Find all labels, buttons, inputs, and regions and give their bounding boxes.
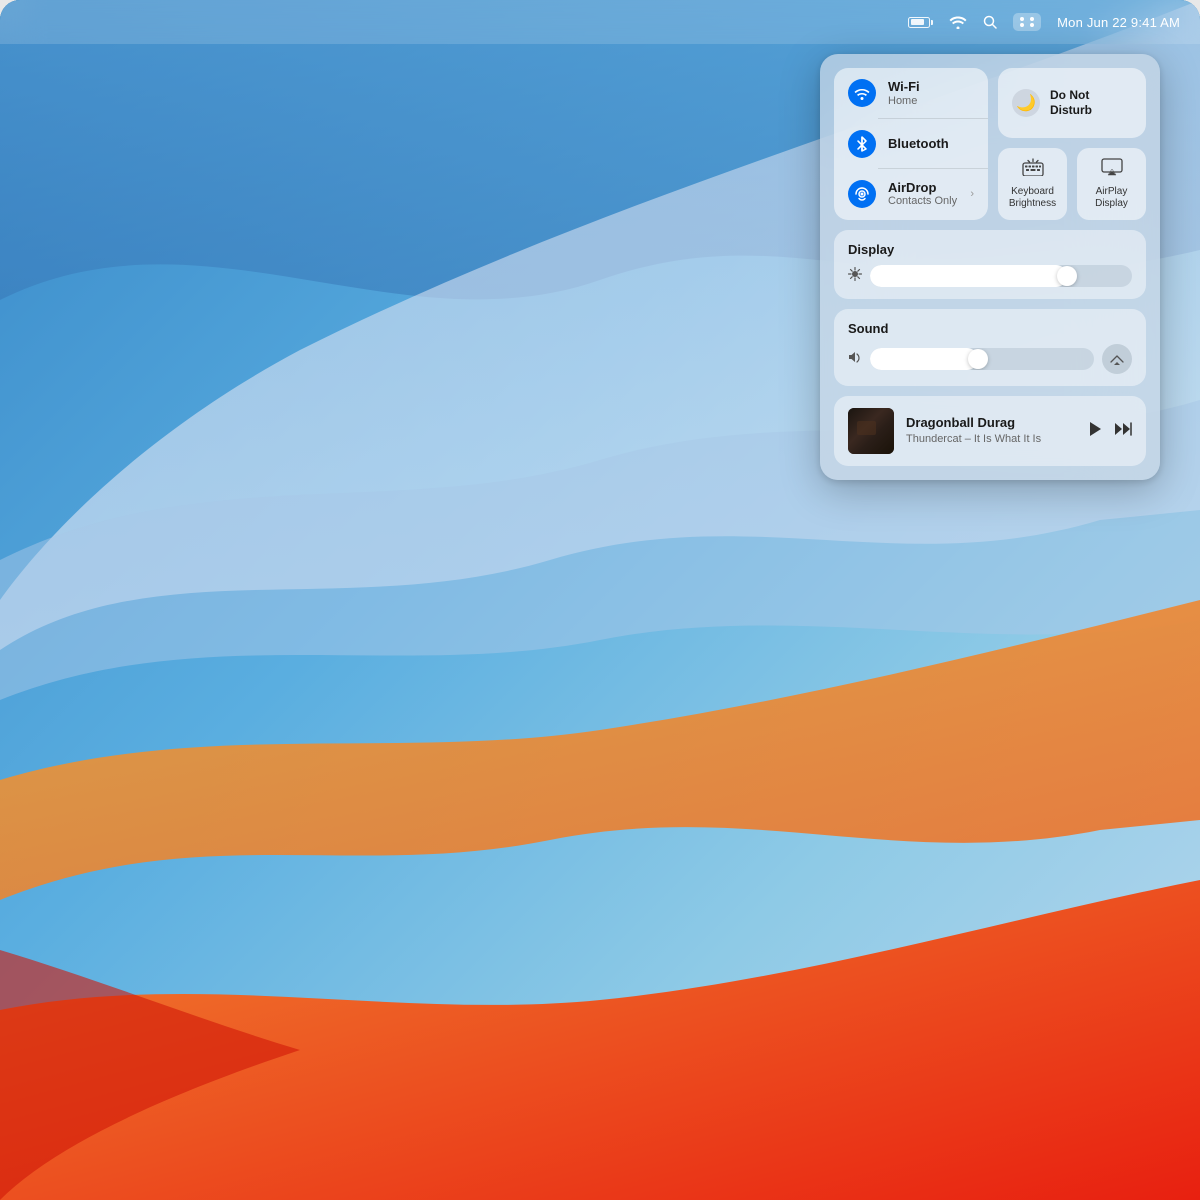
control-center-panel: Wi-Fi Home	[820, 54, 1160, 480]
control-center-icon[interactable]	[1013, 13, 1041, 31]
keyboard-brightness-icon	[1022, 158, 1044, 181]
sound-slider-row	[848, 344, 1132, 374]
volume-low-icon	[848, 351, 862, 366]
airplay-display-toggle[interactable]: AirPlayDisplay	[1077, 148, 1146, 220]
battery-icon	[908, 17, 933, 28]
menubar-datetime[interactable]: Mon Jun 22 9:41 AM	[1057, 15, 1180, 30]
keyboard-brightness-toggle[interactable]: KeyboardBrightness	[998, 148, 1067, 220]
airdrop-sub: Contacts Only	[888, 195, 958, 208]
playback-controls	[1088, 421, 1132, 441]
volume-slider[interactable]	[870, 348, 1094, 370]
small-toggles-row: KeyboardBrightness AirPlayDisplay	[998, 148, 1146, 220]
airplay-display-icon	[1101, 158, 1123, 181]
keyboard-brightness-label: KeyboardBrightness	[1009, 186, 1056, 210]
wifi-conn-icon	[848, 79, 876, 107]
dnd-moon-icon: 🌙	[1012, 89, 1040, 117]
airdrop-name: AirDrop	[888, 180, 958, 196]
display-title: Display	[848, 242, 1132, 257]
airplay-audio-button[interactable]	[1102, 344, 1132, 374]
sound-title: Sound	[848, 321, 1132, 336]
menubar-right: Mon Jun 22 9:41 AM	[908, 13, 1180, 31]
display-section: Display	[834, 230, 1146, 299]
quick-toggles: 🌙 Do NotDisturb	[998, 68, 1146, 220]
do-not-disturb-toggle[interactable]: 🌙 Do NotDisturb	[998, 68, 1146, 138]
connectivity-block: Wi-Fi Home	[834, 68, 988, 220]
now-playing-info: Dragonball Durag Thundercat – It Is What…	[906, 415, 1076, 446]
brightness-low-icon	[848, 267, 862, 284]
bluetooth-text: Bluetooth	[888, 136, 974, 152]
airdrop-item[interactable]: AirDrop Contacts Only ›	[834, 169, 988, 220]
airdrop-icon	[848, 180, 876, 208]
airdrop-chevron-icon: ›	[970, 188, 974, 200]
airplay-display-label: AirPlayDisplay	[1095, 186, 1128, 210]
skip-forward-button[interactable]	[1114, 422, 1132, 439]
display-slider-row	[848, 265, 1132, 287]
brightness-slider[interactable]	[870, 265, 1132, 287]
menubar: Mon Jun 22 9:41 AM	[0, 0, 1200, 44]
wifi-sub: Home	[888, 95, 974, 108]
play-button[interactable]	[1088, 421, 1102, 441]
airdrop-text: AirDrop Contacts Only	[888, 180, 958, 209]
wifi-text: Wi-Fi Home	[888, 79, 974, 108]
np-artist: Thundercat – It Is What It Is	[906, 432, 1076, 446]
wifi-item[interactable]: Wi-Fi Home	[834, 68, 988, 119]
dnd-label: Do NotDisturb	[1050, 88, 1092, 118]
sound-section: Sound	[834, 309, 1146, 386]
bluetooth-item[interactable]: Bluetooth	[834, 119, 988, 169]
search-icon[interactable]	[983, 15, 997, 29]
wifi-name: Wi-Fi	[888, 79, 974, 95]
bluetooth-icon	[848, 130, 876, 158]
np-title: Dragonball Durag	[906, 415, 1076, 432]
album-art	[848, 408, 894, 454]
mac-frame: Mon Jun 22 9:41 AM Wi-Fi	[0, 0, 1200, 1200]
now-playing-section: Dragonball Durag Thundercat – It Is What…	[834, 396, 1146, 466]
bluetooth-name: Bluetooth	[888, 136, 974, 152]
album-art-image	[848, 408, 894, 454]
top-section: Wi-Fi Home	[834, 68, 1146, 220]
wifi-icon	[949, 15, 967, 29]
